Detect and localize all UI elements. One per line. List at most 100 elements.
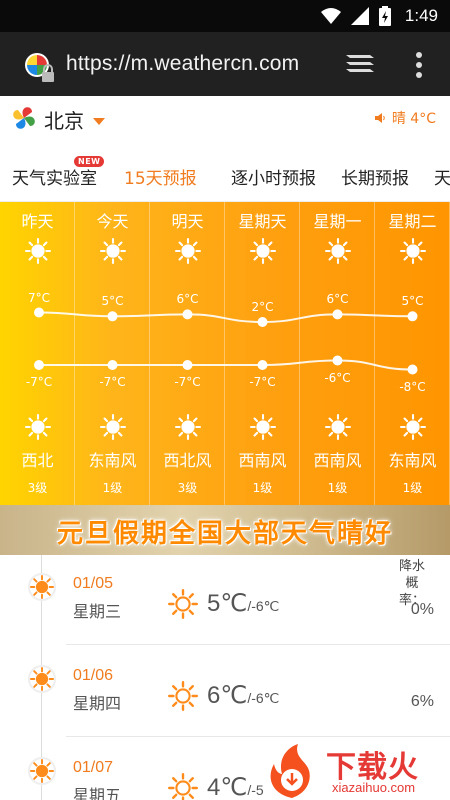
forecast-day-column[interactable]: 星期天 西南风 1级	[225, 202, 300, 505]
row-divider	[66, 644, 450, 645]
day-name: 今天	[96, 212, 129, 231]
low-temp-label: -8°C	[399, 379, 426, 394]
sun-icon	[30, 667, 54, 691]
sun-icon	[175, 238, 201, 264]
low-temp-label: -6°C	[324, 370, 351, 385]
promo-banner[interactable]: 元旦假期全国大部天气晴好	[0, 505, 450, 555]
forecast-panel: 昨天 西北 3级 今天 东南风 1级 明天 西北风 3级 星期天 西南风 1级 …	[0, 202, 450, 505]
sun-icon	[250, 238, 276, 264]
row-rain-probability: 6%	[410, 693, 434, 710]
forecast-day-column[interactable]: 今天 东南风 1级	[75, 202, 150, 505]
low-temp-label: -7°C	[174, 375, 201, 389]
row-date: 01/05	[73, 575, 114, 592]
tab-hourly[interactable]: 逐小时预报	[231, 164, 316, 189]
sun-icon	[250, 414, 276, 440]
forecast-day-column[interactable]: 昨天 西北 3级	[0, 202, 75, 505]
wind-direction: 西南风	[313, 451, 362, 470]
wifi-icon	[320, 8, 341, 24]
app-logo-icon	[13, 107, 35, 129]
wind-level: 3级	[177, 481, 198, 495]
wind-level: 1级	[252, 481, 273, 495]
tab-more[interactable]: 天	[434, 164, 450, 189]
wind-direction: 西南风	[238, 451, 287, 470]
sun-icon	[168, 681, 198, 711]
watermark-subtitle: xiazaihuo.com	[332, 780, 416, 795]
banner-title: 元旦假期全国大部天气晴好	[56, 519, 393, 549]
sun-icon	[168, 589, 198, 619]
sun-icon	[100, 414, 126, 440]
row-high-temp: 5℃	[207, 590, 248, 617]
daily-row[interactable]: 01/05 星期三 5℃/-6℃ 0%	[0, 555, 450, 645]
row-high-temp: 4℃	[207, 774, 248, 800]
watermark: 下载火 xiazaihuo.com	[262, 742, 450, 800]
forecast-day-column[interactable]: 星期二 东南风 1级	[375, 202, 450, 505]
browser-toolbar: https://m.weathercn.com	[0, 32, 450, 96]
battery-icon	[378, 6, 391, 26]
overflow-menu-icon[interactable]	[412, 50, 426, 80]
sun-icon	[175, 414, 201, 440]
wind-direction: 东南风	[88, 451, 137, 470]
sun-icon	[100, 238, 126, 264]
sun-icon	[400, 414, 426, 440]
city-dropdown-icon[interactable]	[93, 118, 105, 125]
high-temp-label: 6°C	[326, 292, 349, 307]
low-temp-label: -7°C	[99, 375, 126, 389]
speaker-icon[interactable]	[374, 112, 386, 124]
low-temp-label: -7°C	[249, 375, 276, 389]
row-weekday: 星期五	[73, 786, 122, 800]
tabs-icon[interactable]	[344, 52, 376, 76]
tab-bar: 天气实验室 NEW 15天预报 逐小时预报 长期预报 天	[0, 150, 450, 202]
wind-level: 3级	[27, 481, 48, 495]
sun-icon	[400, 238, 426, 264]
row-date: 01/07	[73, 759, 114, 776]
row-temperature: 6℃/-6℃	[207, 681, 279, 710]
sun-icon	[325, 238, 351, 264]
current-weather-text: 晴 4°C	[391, 111, 436, 127]
daily-row[interactable]: 01/06 星期四 6℃/-6℃ 6%	[0, 647, 450, 737]
wind-level: 1级	[102, 481, 123, 495]
row-date: 01/06	[73, 667, 114, 684]
wind-direction: 西北风	[163, 451, 212, 470]
low-temp-label: -7°C	[25, 375, 53, 389]
high-temp-label: 5°C	[101, 294, 124, 309]
city-header: 北京 晴 4°C	[0, 96, 450, 144]
sun-icon	[25, 414, 51, 440]
timeline-dot	[28, 573, 56, 601]
wind-level: 1级	[327, 481, 348, 495]
row-weekday: 星期三	[73, 602, 122, 621]
city-name[interactable]: 北京	[44, 105, 84, 134]
signal-icon	[350, 7, 369, 25]
day-name: 星期一	[313, 212, 362, 231]
tab-long-term[interactable]: 长期预报	[341, 164, 409, 189]
row-weekday: 星期四	[73, 694, 122, 713]
day-name: 星期二	[388, 212, 437, 231]
day-name: 明天	[171, 212, 204, 231]
url-field[interactable]: https://m.weathercn.com	[66, 52, 299, 76]
row-temperature: 4℃/-5	[207, 773, 264, 800]
sun-icon	[168, 773, 198, 800]
forecast-day-column[interactable]: 明天 西北风 3级	[150, 202, 225, 505]
tab-15-day[interactable]: 15天预报	[124, 164, 197, 189]
timeline-dot	[28, 757, 56, 785]
timeline-dot	[28, 665, 56, 693]
row-low-temp: /-6℃	[247, 690, 280, 706]
sun-icon	[30, 575, 54, 599]
row-rain-probability: 0%	[410, 601, 434, 618]
status-bar: 1:49	[0, 0, 450, 32]
wind-level: 1级	[402, 481, 423, 495]
current-weather: 晴 4°C	[374, 108, 436, 128]
tab-weather-lab[interactable]: 天气实验室	[12, 164, 97, 189]
forecast-day-column[interactable]: 星期一 西南风 1级	[300, 202, 375, 505]
wind-direction: 东南风	[388, 451, 437, 470]
sun-icon	[25, 238, 51, 264]
high-temp-label: 2°C	[251, 300, 274, 314]
day-name: 星期天	[238, 212, 287, 231]
wind-direction: 西北	[21, 451, 54, 470]
high-temp-label: 5°C	[401, 294, 424, 309]
day-name: 昨天	[21, 212, 54, 231]
row-low-temp: /-6℃	[247, 598, 280, 614]
new-badge: NEW	[74, 156, 105, 167]
row-divider	[66, 736, 450, 737]
high-temp-label: 6°C	[176, 292, 199, 307]
sun-icon	[325, 414, 351, 440]
